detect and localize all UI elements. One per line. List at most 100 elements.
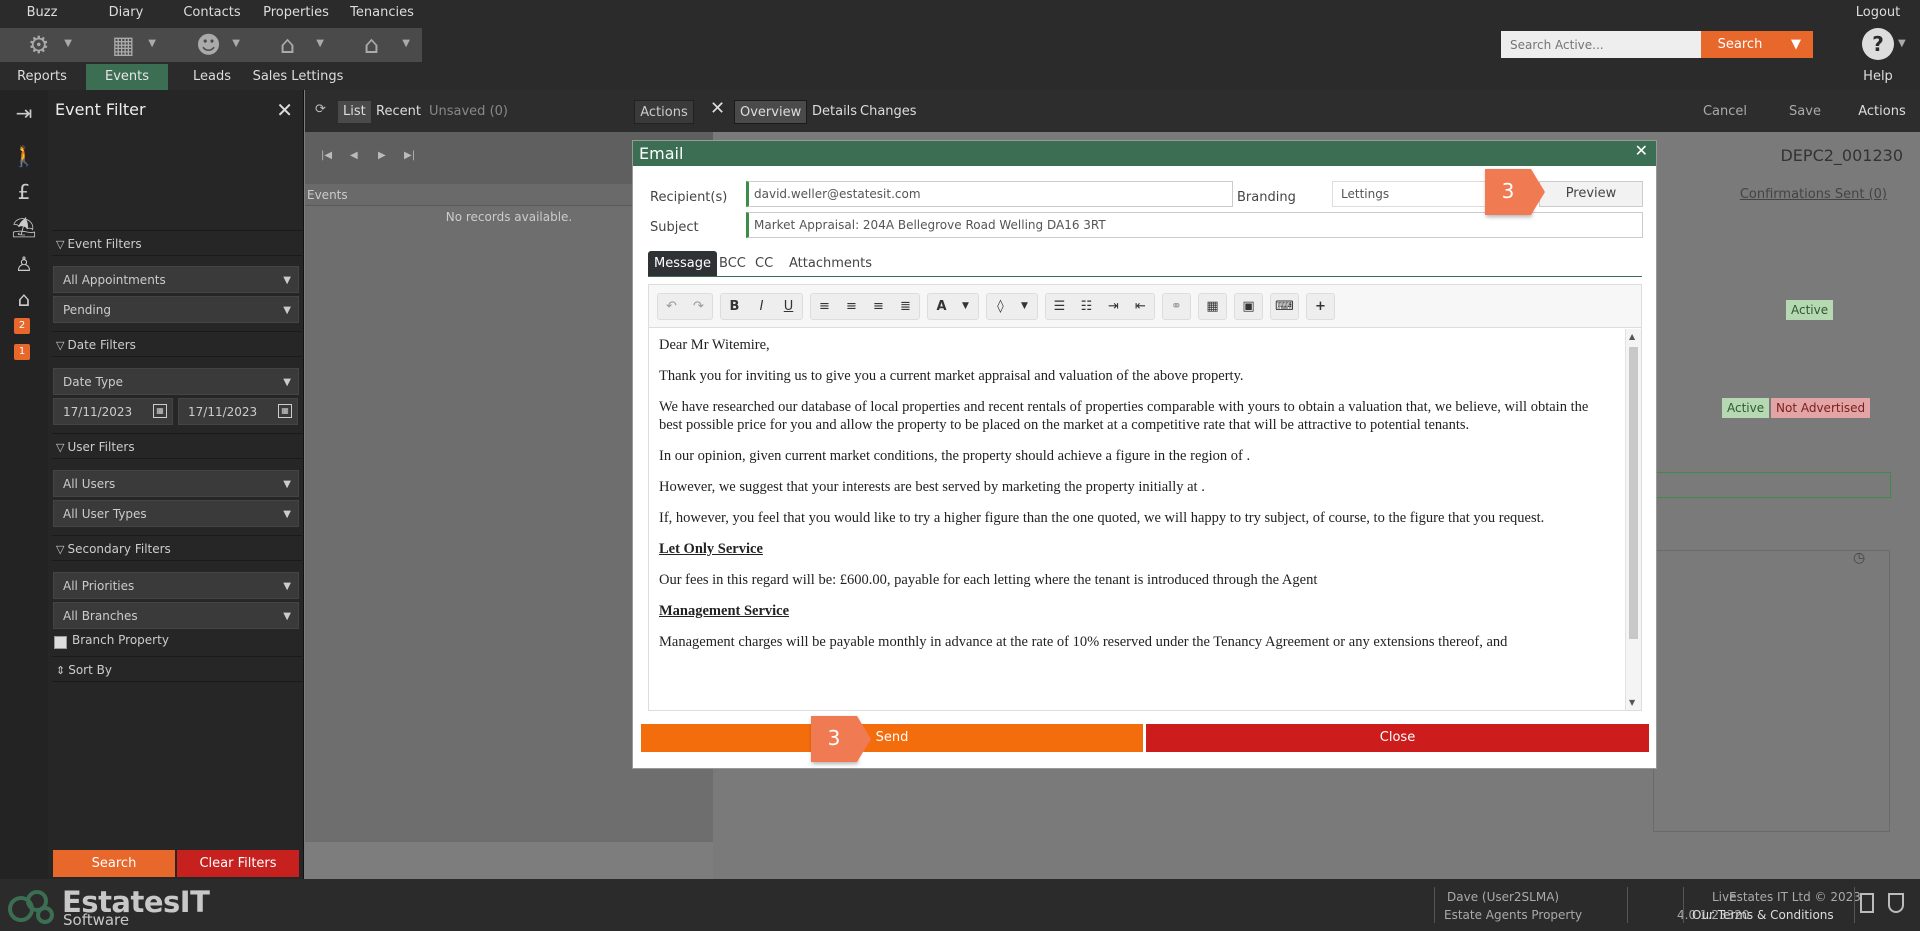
branding-select[interactable]: Lettings <box>1332 181 1492 207</box>
filter-icon[interactable]: ▼ <box>1779 31 1813 58</box>
notification-badge[interactable]: 2 <box>14 318 30 334</box>
confirmations-sent-link[interactable]: Confirmations Sent (0) <box>1740 187 1887 202</box>
status-select[interactable]: Pending ▼ <box>53 296 299 323</box>
nav-reports[interactable]: Reports <box>10 64 74 90</box>
search-active-input[interactable] <box>1501 31 1701 58</box>
bullet-list-icon[interactable]: ☰ <box>1046 294 1073 319</box>
tab-overview[interactable]: Overview <box>734 100 808 124</box>
recipients-input[interactable]: david.weller@estatesit.com <box>746 181 1233 207</box>
diary-menu[interactable]: ▦ ▼ <box>84 28 168 62</box>
send-button[interactable]: Send <box>641 724 1143 752</box>
tenancies-menu[interactable]: ⌂ ▼ <box>336 28 422 62</box>
nav-tenancies[interactable]: Tenancies <box>342 0 422 26</box>
plus-icon[interactable]: + <box>1307 294 1334 319</box>
house-icon[interactable]: ⌂ <box>10 285 38 313</box>
detail-field[interactable] <box>1653 472 1891 498</box>
redo-icon[interactable]: ↷ <box>685 294 712 319</box>
user-icon[interactable]: ♙ <box>10 250 38 278</box>
tab-list[interactable]: List <box>338 101 371 123</box>
actions-left-button[interactable]: Actions <box>634 100 694 124</box>
users-select[interactable]: All Users ▼ <box>53 470 299 497</box>
nav-diary[interactable]: Diary <box>98 0 154 26</box>
tenant-icon[interactable]: ⛱ <box>10 213 38 241</box>
notes-textarea[interactable] <box>1653 550 1890 832</box>
tab-unsaved[interactable]: Unsaved (0) <box>424 101 513 123</box>
date-to-input[interactable]: 17/11/2023 ▦ <box>178 398 298 425</box>
close-icon[interactable]: ✕ <box>710 98 725 119</box>
settings-menu[interactable]: ⚙ ▼ <box>0 28 84 62</box>
tab-attachments[interactable]: Attachments <box>789 251 872 276</box>
properties-menu[interactable]: ⌂ ▼ <box>252 28 336 62</box>
close-icon[interactable]: ✕ <box>276 98 293 122</box>
nav-contacts[interactable]: Contacts <box>176 0 248 26</box>
tab-cc[interactable]: CC <box>755 251 773 276</box>
appointments-select[interactable]: All Appointments ▼ <box>53 266 299 293</box>
align-center-icon[interactable]: ≡ <box>838 294 865 319</box>
first-page-icon[interactable]: |◀ <box>321 150 332 161</box>
scroll-up-icon[interactable]: ▲ <box>1629 332 1635 341</box>
filter-search-button[interactable]: Search <box>53 850 175 877</box>
nav-events[interactable]: Events <box>86 64 168 90</box>
nav-sales-lettings[interactable]: Sales Lettings <box>250 64 346 90</box>
bold-icon[interactable]: B <box>721 294 748 319</box>
italic-icon[interactable]: I <box>748 294 775 319</box>
droplet-icon[interactable]: ◊ <box>987 294 1014 319</box>
numbered-list-icon[interactable]: ☷ <box>1073 294 1100 319</box>
tab-changes[interactable]: Changes <box>855 100 922 124</box>
secondary-filters-header[interactable]: ▽ Secondary Filters <box>52 535 302 561</box>
subject-input[interactable]: Market Appraisal: 204A Bellegrove Road W… <box>746 212 1643 238</box>
close-button[interactable]: Close <box>1146 724 1649 752</box>
tab-message[interactable]: Message <box>648 251 717 276</box>
event-filters-header[interactable]: ▽ Event Filters <box>52 230 302 256</box>
building-icon[interactable] <box>1860 893 1874 913</box>
date-type-select[interactable]: Date Type ▼ <box>53 368 299 395</box>
close-icon[interactable]: ✕ <box>1635 141 1648 160</box>
search-button[interactable]: Search <box>1701 31 1779 58</box>
align-left-icon[interactable]: ≡ <box>811 294 838 319</box>
tab-bcc[interactable]: BCC <box>719 251 746 276</box>
shield-icon[interactable] <box>1888 893 1904 913</box>
cancel-button[interactable]: Cancel <box>1688 100 1762 124</box>
terms-link[interactable]: Our Terms & Conditions <box>1692 908 1834 922</box>
alert-badge[interactable]: 1 <box>14 344 30 360</box>
last-page-icon[interactable]: ▶| <box>404 150 415 161</box>
save-button[interactable]: Save <box>1768 100 1842 124</box>
preview-button[interactable]: Preview <box>1539 181 1643 207</box>
pound-icon[interactable]: £ <box>10 178 38 206</box>
collapse-panel-icon[interactable]: ⇥ <box>10 99 38 127</box>
scrollbar[interactable]: ▲ ▼ <box>1625 329 1641 710</box>
nav-properties[interactable]: Properties <box>258 0 334 26</box>
branch-property-checkbox[interactable] <box>54 636 67 649</box>
date-filters-header[interactable]: ▽ Date Filters <box>52 331 302 357</box>
outdent-icon[interactable]: ⇤ <box>1127 294 1154 319</box>
code-icon[interactable]: ⌨ <box>1271 294 1298 319</box>
calendar-icon[interactable]: ▦ <box>153 404 167 418</box>
chevron-down-icon[interactable]: ▼ <box>952 294 979 319</box>
justify-icon[interactable]: ≣ <box>892 294 919 319</box>
chevron-down-icon[interactable]: ▼ <box>1011 294 1038 319</box>
nav-buzz[interactable]: Buzz <box>14 0 70 26</box>
table-icon[interactable]: ▦ <box>1199 294 1226 319</box>
image-icon[interactable]: ▣ <box>1235 294 1262 319</box>
user-filters-header[interactable]: ▽ User Filters <box>52 433 302 459</box>
underline-icon[interactable]: U <box>775 294 802 319</box>
chevron-down-icon[interactable]: ▼ <box>1898 38 1906 49</box>
help-icon[interactable]: ? <box>1862 28 1894 60</box>
undo-icon[interactable]: ↶ <box>658 294 685 319</box>
tab-recent[interactable]: Recent <box>371 101 426 123</box>
clear-filters-button[interactable]: Clear Filters <box>177 850 299 877</box>
actions-button[interactable]: Actions <box>1848 100 1916 124</box>
calendar-icon[interactable]: ▦ <box>278 404 292 418</box>
user-types-select[interactable]: All User Types ▼ <box>53 500 299 527</box>
logout-link[interactable]: Logout <box>1850 0 1906 26</box>
refresh-icon[interactable]: ⟳ <box>315 102 326 117</box>
date-from-input[interactable]: 17/11/2023 ▦ <box>53 398 173 425</box>
sort-by-header[interactable]: ⇕ Sort By <box>52 656 302 682</box>
scroll-down-icon[interactable]: ▼ <box>1629 698 1635 707</box>
next-page-icon[interactable]: ▶ <box>378 150 386 161</box>
tab-details[interactable]: Details <box>807 100 862 124</box>
indent-icon[interactable]: ⇥ <box>1100 294 1127 319</box>
branches-select[interactable]: All Branches ▼ <box>53 602 299 629</box>
font-color-icon[interactable]: A <box>928 294 955 319</box>
contacts-menu[interactable]: ☻ ▼ <box>168 28 252 62</box>
